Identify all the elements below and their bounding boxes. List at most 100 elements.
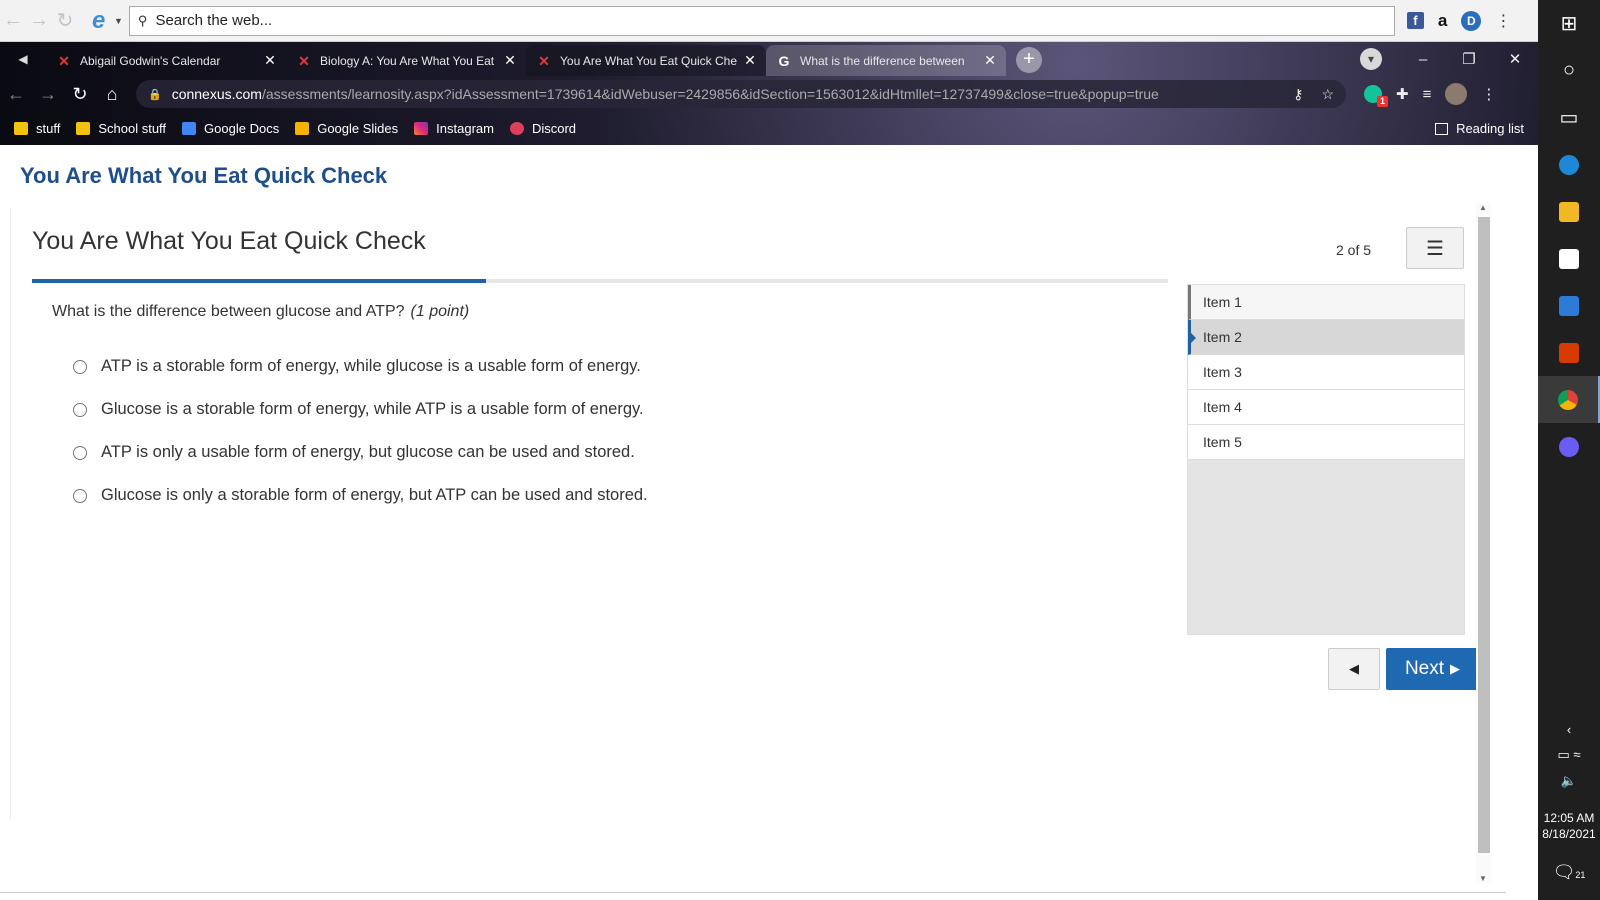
question-text: What is the difference between glucose a… <box>52 303 469 321</box>
tab-google-search[interactable]: G What is the difference between ✕ <box>766 45 1006 76</box>
refresh-icon[interactable]: ↻ <box>52 8 78 33</box>
back-icon[interactable]: ← <box>0 9 26 32</box>
mail-icon[interactable] <box>1538 282 1600 329</box>
lock-icon: 🔒 <box>148 88 162 101</box>
address-bar-row: ← → ↻ ⌂ 🔒 connexus.com /assessments/lear… <box>0 76 1538 112</box>
item-nav-5[interactable]: Item 5 <box>1188 425 1464 460</box>
grammarly-extension-icon[interactable]: 1 <box>1364 85 1388 107</box>
home-icon[interactable]: ⌂ <box>96 84 128 105</box>
bookmark-instagram[interactable]: Instagram <box>414 121 494 136</box>
tab-biology[interactable]: ✕ Biology A: You Are What You Eat ✕ <box>286 45 526 76</box>
avatar[interactable] <box>1445 83 1468 105</box>
restore-icon[interactable]: ❐ <box>1446 50 1492 68</box>
connexus-icon: ✕ <box>538 52 550 69</box>
bookmark-label: stuff <box>36 121 61 136</box>
option-label[interactable]: Glucose is only a storable form of energ… <box>101 486 648 505</box>
scroll-down-icon[interactable]: ▼ <box>1479 874 1487 883</box>
answer-option[interactable]: Glucose is only a storable form of energ… <box>73 474 648 517</box>
taskbar-clock[interactable]: 12:05 AM 8/18/2021 <box>1538 810 1600 842</box>
facebook-icon[interactable]: f <box>1406 12 1424 29</box>
back-icon[interactable]: ← <box>0 84 32 105</box>
clock-time: 12:05 AM <box>1543 811 1595 825</box>
reading-list-icon <box>1435 122 1449 135</box>
page-content: You Are What You Eat Quick Check You Are… <box>0 145 1538 900</box>
item-nav-2[interactable]: Item 2 <box>1188 320 1464 355</box>
reading-list-label: Reading list <box>1456 121 1524 136</box>
forward-icon[interactable]: → <box>26 9 52 32</box>
item-nav-3[interactable]: Item 3 <box>1188 355 1464 390</box>
chevron-down-icon[interactable]: ▼ <box>114 16 123 26</box>
browser-logo-icon[interactable]: e <box>92 7 114 35</box>
radio-button[interactable] <box>73 359 87 374</box>
edge-browser-icon[interactable] <box>1538 141 1600 188</box>
previous-button[interactable]: ◀ <box>1328 648 1380 690</box>
item-list-toggle-button[interactable]: ☰ <box>1406 227 1464 269</box>
media-queue-icon[interactable]: ≡ <box>1423 86 1432 103</box>
bookmark-school-stuff[interactable]: School stuff <box>76 121 166 136</box>
chevron-left-icon[interactable]: ‹ <box>1567 722 1571 737</box>
tab-search-icon[interactable]: ▾ <box>1360 48 1382 70</box>
url-input[interactable]: 🔒 connexus.com /assessments/learnosity.a… <box>136 80 1346 108</box>
minimize-icon[interactable]: – <box>1400 51 1446 68</box>
option-label[interactable]: Glucose is a storable form of energy, wh… <box>101 400 644 419</box>
bookmark-google-docs[interactable]: Google Docs <box>182 121 279 136</box>
cortana-circle-icon[interactable]: ○ <box>1538 47 1600 94</box>
messenger-icon[interactable] <box>1538 423 1600 470</box>
close-icon[interactable]: ✕ <box>740 52 760 69</box>
amazon-icon[interactable]: a <box>1438 11 1447 31</box>
reload-icon[interactable]: ↻ <box>64 84 96 105</box>
scrollbar-thumb[interactable] <box>1478 217 1490 853</box>
search-placeholder: Search the web... <box>155 12 273 29</box>
answer-options: ATP is a storable form of energy, while … <box>73 345 648 517</box>
option-label[interactable]: ATP is only a usable form of energy, but… <box>101 443 635 462</box>
tab-calendar[interactable]: ✕ Abigail Godwin's Calendar ✕ <box>46 45 286 76</box>
window-close-icon[interactable]: ✕ <box>1492 50 1538 68</box>
list-icon: ☰ <box>1426 237 1444 260</box>
web-search-input[interactable]: ⚲ Search the web... <box>128 5 1395 36</box>
close-icon[interactable]: ✕ <box>980 52 1000 69</box>
office-icon[interactable] <box>1538 329 1600 376</box>
battery-wifi-icon[interactable]: ▭ ≈ <box>1557 747 1580 763</box>
bookmark-discord[interactable]: Discord <box>509 121 576 136</box>
chrome-menu-icon[interactable]: ⋮ <box>1481 85 1496 103</box>
google-docs-icon <box>182 122 197 135</box>
answer-option[interactable]: ATP is only a usable form of energy, but… <box>73 431 648 474</box>
option-label[interactable]: ATP is a storable form of energy, while … <box>101 357 641 376</box>
bookmark-google-slides[interactable]: Google Slides <box>295 121 398 136</box>
answer-option[interactable]: ATP is a storable form of energy, while … <box>73 345 648 388</box>
radio-button[interactable] <box>73 445 87 460</box>
new-tab-button[interactable]: + <box>1016 47 1042 73</box>
key-icon[interactable]: ⚷ <box>1293 86 1303 103</box>
radio-button[interactable] <box>73 488 87 503</box>
profile-d-icon[interactable]: D <box>1461 10 1482 31</box>
reading-list-button[interactable]: Reading list <box>1435 121 1524 136</box>
radio-button[interactable] <box>73 402 87 417</box>
volume-icon[interactable]: 🔈 <box>1561 773 1577 789</box>
notifications-icon[interactable]: 🗨21 <box>1538 862 1600 883</box>
bookmark-label: Instagram <box>436 121 494 136</box>
file-explorer-icon[interactable] <box>1538 188 1600 235</box>
chrome-icon[interactable] <box>1538 376 1600 423</box>
item-nav-1[interactable]: Item 1 <box>1188 285 1464 320</box>
progress-fill <box>32 279 487 283</box>
forward-icon[interactable]: → <box>32 84 64 105</box>
screen: ← → ↻ e ▼ ⚲ Search the web... f a D ⋮ ◀ … <box>0 0 1600 900</box>
menu-icon[interactable]: ⋮ <box>1495 11 1511 31</box>
extensions-puzzle-icon[interactable]: ✚ <box>1396 85 1409 103</box>
item-navigation-list: Item 1 Item 2 Item 3 Item 4 Item 5 <box>1187 284 1465 635</box>
scroll-up-icon[interactable]: ▲ <box>1479 203 1487 212</box>
bookmark-stuff[interactable]: stuff <box>14 121 60 136</box>
close-icon[interactable]: ✕ <box>260 52 280 69</box>
tab-scroll-left-icon[interactable]: ◀ <box>0 42 46 76</box>
star-icon[interactable]: ☆ <box>1321 86 1334 103</box>
start-windows-icon[interactable]: ⊞ <box>1538 0 1600 47</box>
store-icon[interactable] <box>1538 235 1600 282</box>
tab-quick-check[interactable]: ✕ You Are What You Eat Quick Che ✕ <box>526 45 766 76</box>
answer-option[interactable]: Glucose is a storable form of energy, wh… <box>73 388 648 431</box>
page-scrollbar[interactable]: ▲ ▼ <box>1476 203 1491 883</box>
item-nav-4[interactable]: Item 4 <box>1188 390 1464 425</box>
next-button[interactable]: Next ▶ <box>1386 648 1479 690</box>
close-icon[interactable]: ✕ <box>500 52 520 69</box>
task-view-icon[interactable]: ▭ <box>1538 94 1600 141</box>
notification-count: 21 <box>1575 870 1586 880</box>
